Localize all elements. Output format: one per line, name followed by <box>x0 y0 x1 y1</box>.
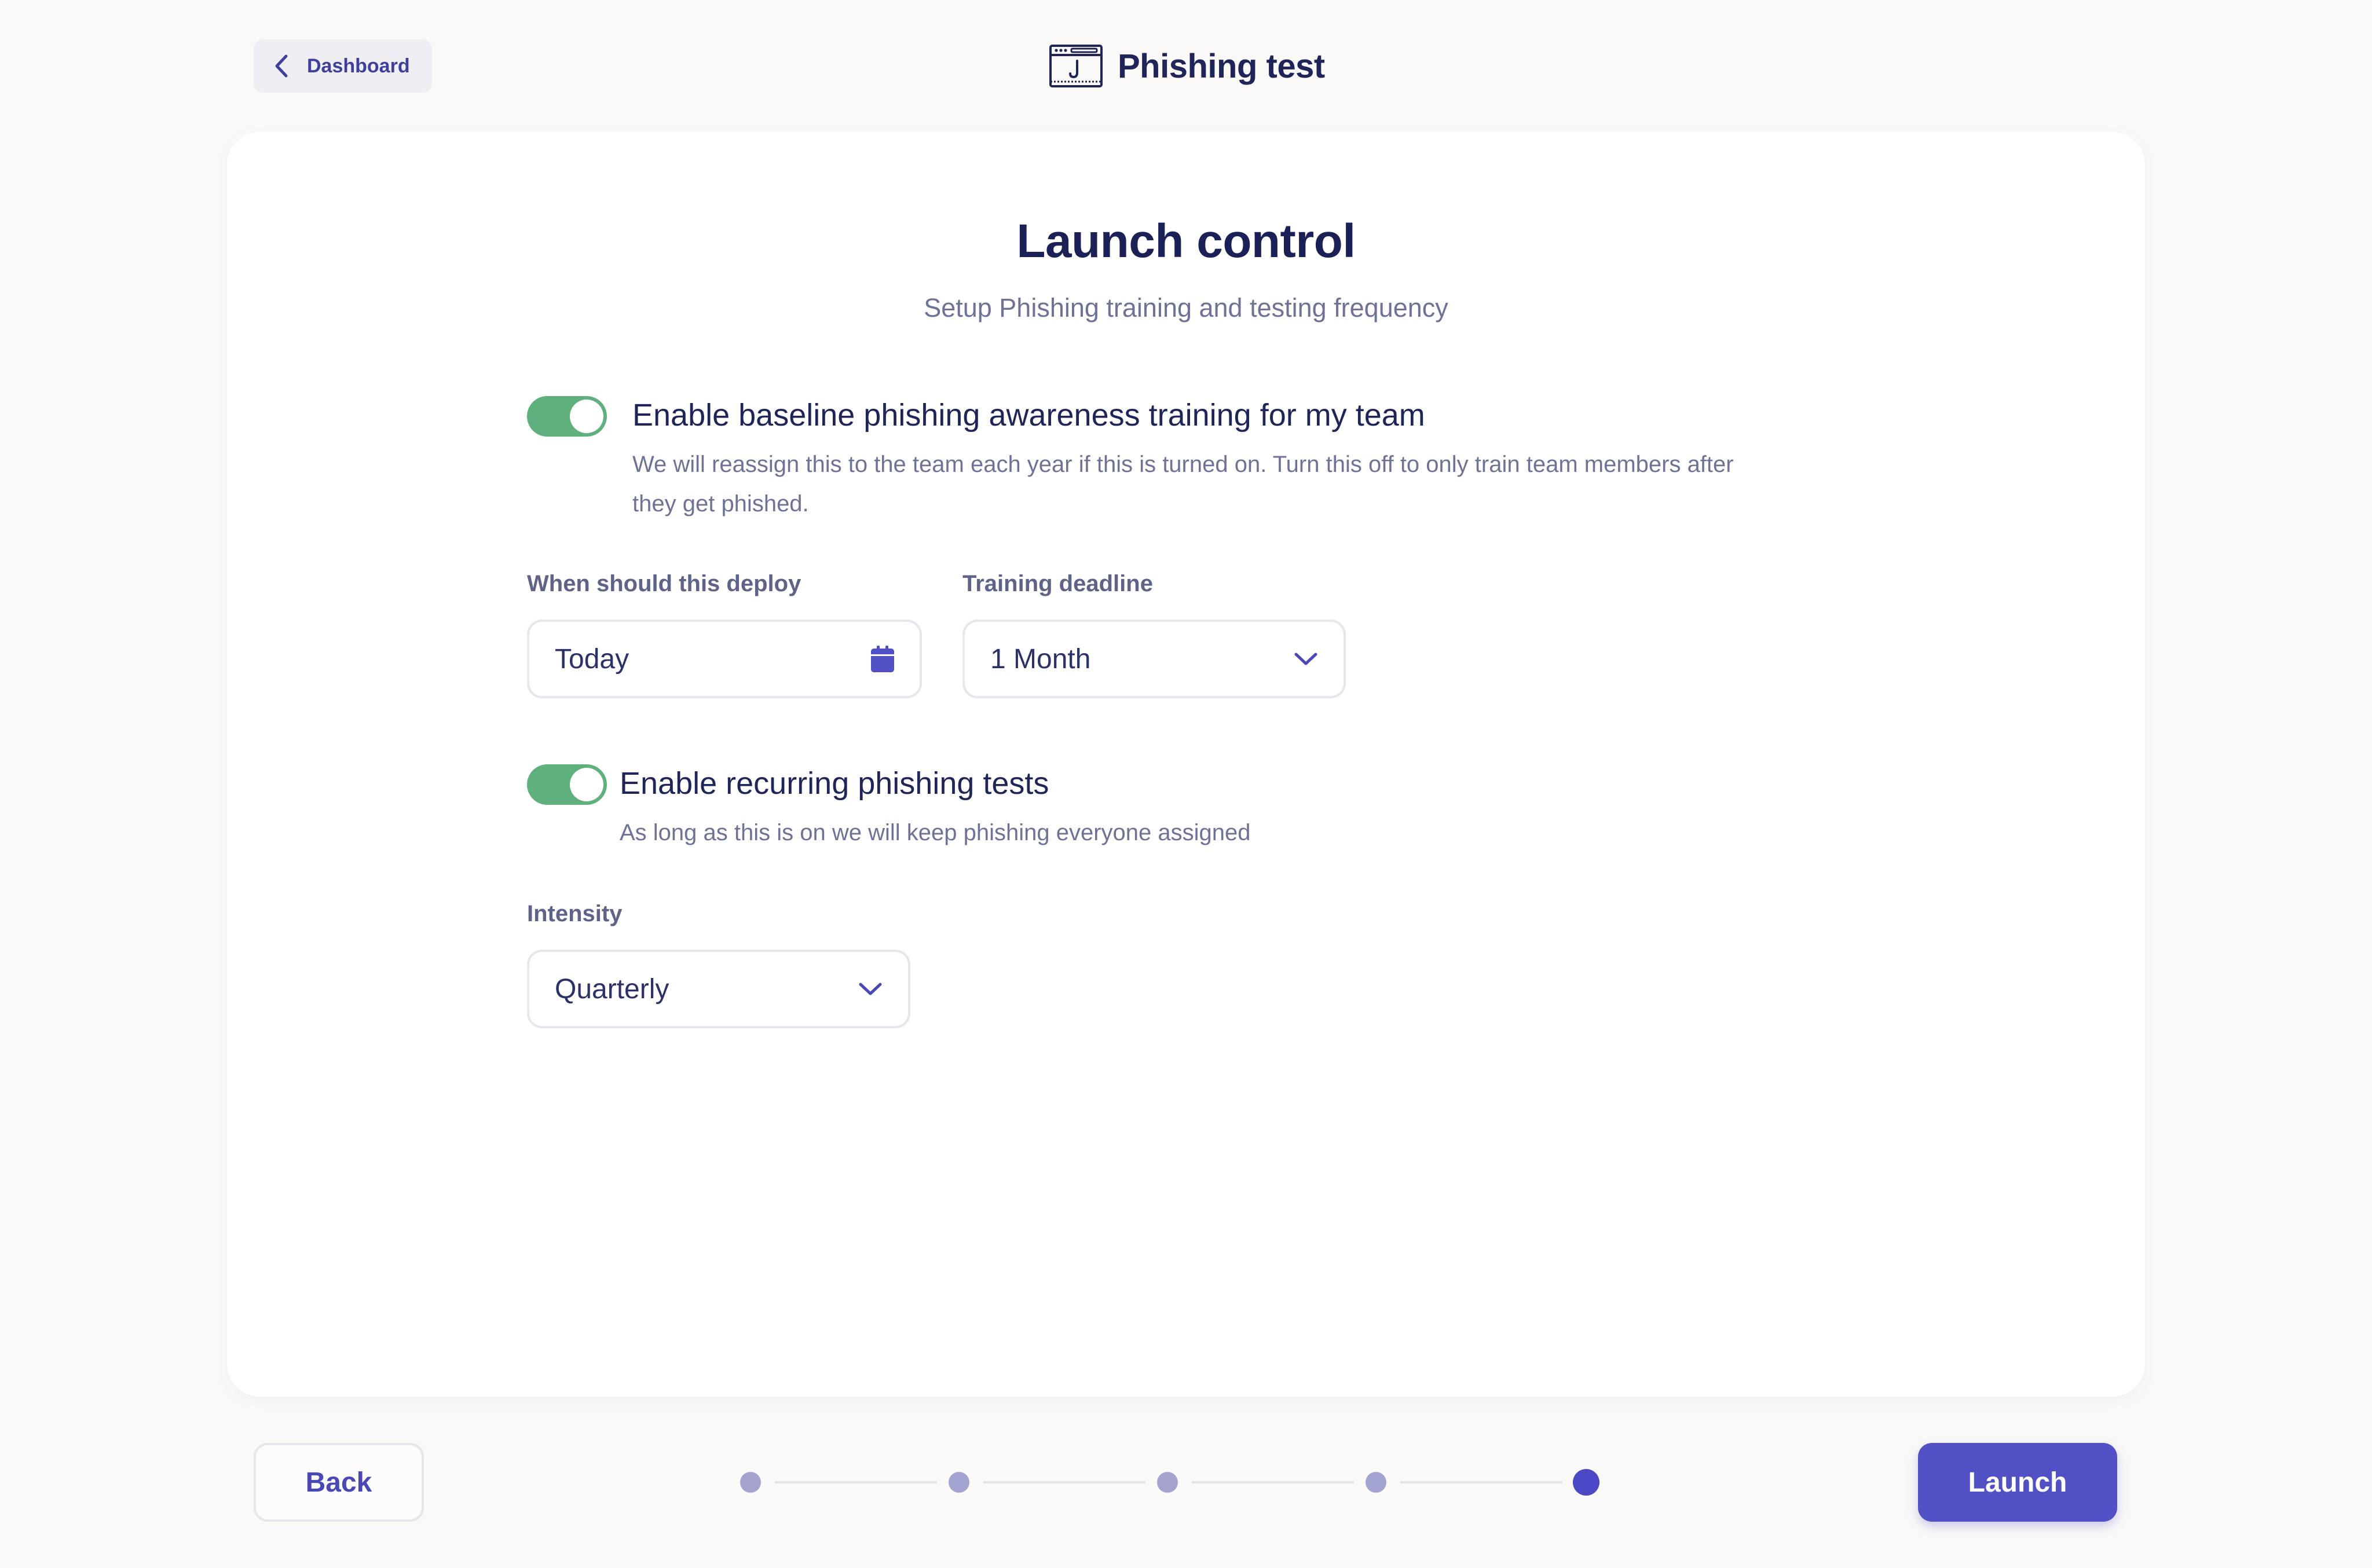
deadline-select[interactable]: 1 Month <box>962 620 1346 698</box>
baseline-training-desc-line2: they get phished. <box>632 491 809 516</box>
page-title: Phishing test <box>1118 47 1325 85</box>
recurring-tests-toggle[interactable] <box>527 764 607 805</box>
launch-control-card: Launch control Setup Phishing training a… <box>227 132 2145 1397</box>
step-connector <box>1192 1481 1354 1483</box>
chevron-down-icon <box>1294 653 1317 665</box>
recurring-tests-desc: As long as this is on we will keep phish… <box>620 820 1251 845</box>
toggle-knob <box>570 768 603 801</box>
step-connector <box>983 1481 1145 1483</box>
baseline-training-desc-line1: We will reassign this to the team each y… <box>632 452 1734 477</box>
baseline-training-title: Enable baseline phishing awareness train… <box>632 398 1425 433</box>
step-dot-3 <box>1157 1472 1178 1493</box>
baseline-training-toggle[interactable] <box>527 396 607 437</box>
browser-hook-icon <box>1049 45 1103 87</box>
intensity-label: Intensity <box>527 901 623 926</box>
dashboard-back-button[interactable]: Dashboard <box>254 39 432 93</box>
deadline-label: Training deadline <box>962 571 1153 596</box>
deploy-date-value: Today <box>555 643 629 675</box>
step-dot-2 <box>949 1472 969 1493</box>
intensity-value: Quarterly <box>555 973 669 1005</box>
deadline-value: 1 Month <box>990 643 1091 675</box>
calendar-icon <box>871 646 894 672</box>
chevron-left-icon <box>275 54 288 78</box>
deploy-label: When should this deploy <box>527 571 801 596</box>
deploy-date-picker[interactable]: Today <box>527 620 922 698</box>
back-button[interactable]: Back <box>254 1443 424 1522</box>
card-heading: Launch control <box>1016 215 1356 268</box>
step-dot-5-current <box>1573 1469 1599 1496</box>
chevron-down-icon <box>859 983 882 995</box>
intensity-select[interactable]: Quarterly <box>527 950 910 1028</box>
step-dot-4 <box>1366 1472 1386 1493</box>
step-dot-1 <box>740 1472 761 1493</box>
launch-button[interactable]: Launch <box>1918 1443 2117 1522</box>
app-title: Phishing test <box>1048 42 1325 90</box>
step-connector <box>775 1481 937 1483</box>
recurring-tests-title: Enable recurring phishing tests <box>620 766 1049 801</box>
card-subheading: Setup Phishing training and testing freq… <box>924 293 1448 323</box>
dashboard-back-label: Dashboard <box>307 54 410 77</box>
toggle-knob <box>570 400 603 433</box>
step-connector <box>1400 1481 1562 1483</box>
